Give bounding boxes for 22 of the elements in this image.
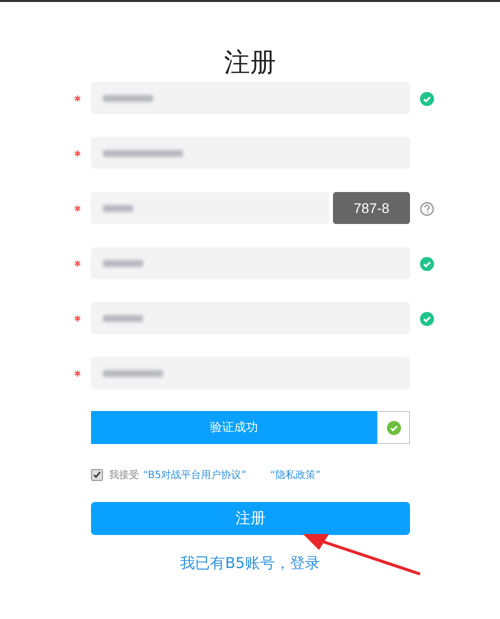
input-field[interactable]: [91, 357, 410, 389]
blurred-text: [103, 370, 163, 376]
login-link[interactable]: 我已有B5账号，登录: [0, 554, 500, 573]
input-field[interactable]: [91, 82, 410, 114]
policy-link[interactable]: “B5对战平台用户协议”: [143, 468, 246, 482]
verify-handle[interactable]: [377, 411, 410, 444]
input-field[interactable]: [91, 302, 410, 334]
captcha-image[interactable]: 787-8: [333, 192, 410, 224]
verify-slider[interactable]: 验证成功: [91, 411, 377, 444]
page-title: 注册: [223, 48, 277, 78]
blurred-text: [103, 314, 143, 322]
blurred-text: [103, 260, 143, 266]
register-button[interactable]: 注册: [91, 502, 410, 535]
agree-label: 我接受: [109, 468, 139, 482]
agree-checkbox[interactable]: [91, 469, 103, 481]
blurred-text: [103, 204, 133, 212]
policy-link[interactable]: “隐私政策”: [270, 468, 321, 482]
help-icon[interactable]: [420, 202, 434, 216]
input-field[interactable]: [91, 247, 410, 279]
captcha-field[interactable]: [91, 192, 329, 224]
blurred-text: [103, 94, 153, 102]
input-field[interactable]: [91, 137, 410, 169]
